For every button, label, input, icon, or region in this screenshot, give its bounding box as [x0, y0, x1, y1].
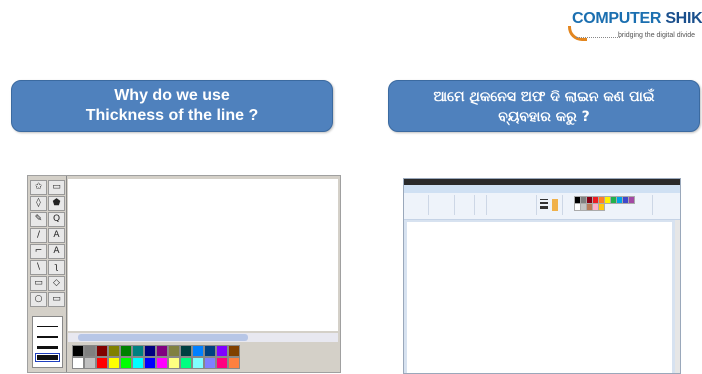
palette-swatch: [168, 345, 180, 357]
paint-tool-icon-5: ✎: [30, 212, 47, 227]
palette-swatch: [228, 345, 240, 357]
paint-tool-icon-4: ⬟: [48, 196, 65, 211]
palette-swatch: [132, 357, 144, 369]
palette-swatch: [204, 357, 216, 369]
paint-tool-icon-3: ◊: [30, 196, 47, 211]
paint-tool-icon-6: Q: [48, 212, 65, 227]
ribbon-group-image: [428, 195, 455, 215]
paint-tool-icon-12: ʅ: [48, 260, 65, 275]
palette-swatch: [204, 345, 216, 357]
english-question-line2: Thickness of the line ?: [85, 107, 259, 124]
english-question-line1: Why do we use: [114, 87, 230, 104]
logo-brand-text: COMPUTER SHIKSHA: [572, 10, 702, 28]
thickness-option-1: [37, 326, 58, 327]
paint-tool-icon-1: ✩: [30, 180, 47, 195]
ribbon-color-swatch: [598, 203, 605, 211]
paint-tool-icon-7: /: [30, 228, 47, 243]
paint-tool-icon-2: ▭: [48, 180, 65, 195]
paint-tool-icon-10: A: [48, 244, 65, 259]
palette-swatch: [144, 357, 156, 369]
palette-swatch: [108, 345, 120, 357]
palette-swatch: [168, 357, 180, 369]
paint-tool-icon-14: ◇: [48, 276, 65, 291]
ribbon-group-size: [536, 195, 563, 215]
logo-tagline: bridging the digital divide: [618, 32, 696, 39]
palette-swatch: [180, 345, 192, 357]
work-area: [404, 220, 680, 373]
logo-swoosh-icon: [568, 26, 587, 41]
logo-tagline-line: [576, 37, 620, 38]
computer-shiksha-logo: COMPUTER SHIKSHA bridging the digital di…: [566, 6, 702, 46]
paint-tool-icon-9: ⌐: [30, 244, 47, 259]
vertical-scrollbar: [675, 220, 680, 373]
palette-swatch: [108, 357, 120, 369]
palette-swatch: [192, 357, 204, 369]
logo-brand-part2: SHIKSHA: [665, 10, 702, 27]
paint-tool-icon-11: \: [30, 260, 47, 275]
paint-tool-icon-8: A: [48, 228, 65, 243]
palette-swatch: [144, 345, 156, 357]
palette-swatch: [216, 345, 228, 357]
old-paint-screenshot: ✩ ▭ ◊ ⬟ ✎ Q / A ⌐ A \ ʅ ▭ ◇ ○ ▭: [27, 175, 341, 373]
ribbon: [404, 193, 680, 220]
palette-swatch: [72, 357, 84, 369]
palette-swatch: [228, 357, 240, 369]
english-question-box: Why do we use Thickness of the line ?: [11, 80, 333, 132]
palette-swatch: [72, 345, 84, 357]
palette-swatch: [132, 345, 144, 357]
paint-tool-icon-16: ▭: [48, 292, 65, 307]
palette-swatch: [84, 357, 96, 369]
paint-canvas: [68, 179, 338, 331]
line-thickness-selector: [32, 316, 63, 368]
odia-question-line2: ବ୍ୟବହାର କରୁ ?: [498, 109, 590, 125]
ribbon-group-clipboard: [404, 195, 429, 215]
ribbon-group-tools: [454, 195, 475, 215]
palette-swatch: [156, 345, 168, 357]
ribbon-tabs: [404, 185, 680, 193]
paint-canvas-new: [407, 222, 672, 373]
thickness-option-3: [37, 346, 58, 349]
logo-brand-part1: COMPUTER: [572, 10, 662, 27]
palette-swatch: [96, 345, 108, 357]
palette-swatch: [120, 357, 132, 369]
ribbon-group-shapes: [486, 195, 537, 215]
thickness-option-2: [37, 336, 58, 338]
paint-tool-icon-13: ▭: [30, 276, 47, 291]
palette-swatch: [96, 357, 108, 369]
scrollbar-thumb: [78, 334, 248, 341]
paint-toolbox: ✩ ▭ ◊ ⬟ ✎ Q / A ⌐ A \ ʅ ▭ ◇ ○ ▭: [28, 176, 67, 372]
palette-swatch: [216, 357, 228, 369]
horizontal-scrollbar: [68, 333, 338, 342]
odia-question-box: ଆମେ ଥିକନେସ ଅଫ ଦି ଲାଇନ କଣ ପାଇଁ ବ୍ୟବହାର କର…: [388, 80, 700, 132]
new-paint-screenshot: [403, 178, 681, 374]
palette-swatch: [180, 357, 192, 369]
ribbon-color-swatch: [628, 196, 635, 204]
palette-swatch: [84, 345, 96, 357]
palette-swatch: [192, 345, 204, 357]
paint-tool-icon-15: ○: [30, 292, 47, 307]
palette-swatch: [156, 357, 168, 369]
odia-question-line1: ଆମେ ଥିକନେସ ଅଫ ଦି ଲାଇନ କଣ ପାଇଁ: [433, 89, 655, 105]
thickness-option-4: [35, 353, 60, 362]
color-palette: [68, 344, 338, 370]
palette-swatch: [120, 345, 132, 357]
